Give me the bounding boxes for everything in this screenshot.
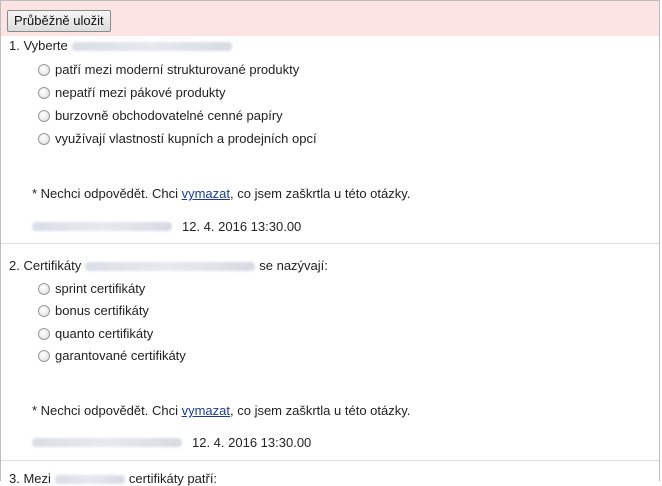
answer-option[interactable]: bonus certifikáty (38, 303, 149, 318)
redacted-text (71, 42, 232, 52)
question-title: 1. Vyberte (9, 38, 236, 53)
redacted-text (85, 262, 256, 272)
answer-option[interactable]: využívají vlastností kupních a prodejníc… (38, 131, 317, 146)
radio-button[interactable] (38, 63, 50, 76)
answer-option[interactable]: burzovně obchodovatelné cenné papíry (38, 108, 283, 123)
clear-answer-note: * Nechci odpovědět. Chci vymazat, co jse… (32, 186, 411, 201)
radio-button[interactable] (38, 109, 50, 122)
save-progress-button[interactable]: Průběžně uložit (7, 10, 111, 32)
question-title: 2. Certifikáty se nazývají: (9, 258, 328, 273)
question-title: 3. Mezi certifikáty patří: (9, 471, 218, 486)
radio-button[interactable] (38, 304, 50, 317)
toolbar: Průběžně uložit (1, 1, 659, 36)
clear-answer-link[interactable]: vymazat (182, 186, 230, 201)
radio-button[interactable] (38, 282, 50, 295)
answer-option[interactable]: patří mezi moderní strukturované produkt… (38, 62, 299, 77)
question-divider (1, 460, 659, 461)
clear-answer-link[interactable]: vymazat (182, 403, 230, 418)
answer-option[interactable]: sprint certifikáty (38, 281, 145, 296)
timestamp: 12. 4. 2016 13:30.00 (192, 435, 312, 450)
radio-button[interactable] (38, 86, 50, 99)
answer-option[interactable]: nepatří mezi pákové produkty (38, 85, 226, 100)
radio-button[interactable] (38, 327, 50, 340)
redacted-text (54, 475, 125, 485)
radio-button[interactable] (38, 132, 50, 145)
answer-meta: 12. 4. 2016 13:30.00 (32, 219, 301, 234)
radio-button[interactable] (38, 349, 50, 362)
redacted-text (32, 222, 172, 231)
clear-answer-note: * Nechci odpovědět. Chci vymazat, co jse… (32, 403, 411, 418)
answer-option[interactable]: garantované certifikáty (38, 348, 186, 363)
timestamp: 12. 4. 2016 13:30.00 (182, 219, 302, 234)
question-divider (1, 243, 659, 244)
redacted-text (32, 438, 182, 447)
answer-meta: 12. 4. 2016 13:30.00 (32, 435, 311, 450)
answer-option[interactable]: quanto certifikáty (38, 326, 153, 341)
